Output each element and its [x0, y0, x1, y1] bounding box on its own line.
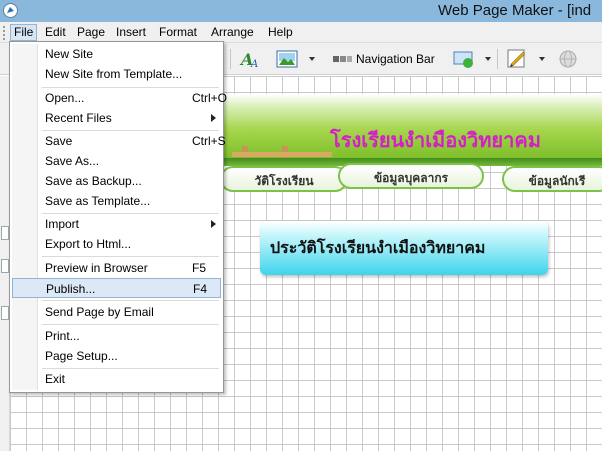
title-bar: Web Page Maker - [ind: [0, 0, 602, 22]
menu-item-label: Save As...: [45, 154, 100, 168]
menu-item-save[interactable]: Save Ctrl+S: [12, 131, 226, 151]
menu-arrange-label: Arrange: [211, 25, 254, 39]
menu-item-print[interactable]: Print...: [12, 326, 221, 346]
menu-item-shortcut: F4: [193, 282, 208, 296]
file-menu-dropdown: New Site New Site from Template... Open.…: [9, 41, 227, 393]
menu-item-preview-in-browser[interactable]: Preview in Browser F5: [12, 258, 221, 278]
edit-pen-icon[interactable]: [505, 47, 529, 71]
menu-item-shortcut: Ctrl+S: [192, 134, 226, 148]
menu-item-label: Import: [45, 217, 80, 231]
menu-item-open[interactable]: Open... Ctrl+O: [12, 88, 227, 108]
preview-globe-icon[interactable]: [556, 47, 580, 71]
pen-dropdown-arrow[interactable]: [539, 57, 545, 61]
menu-item-label: Print...: [45, 329, 80, 343]
menu-item-publish[interactable]: Publish... F4: [12, 278, 221, 298]
menu-item-save-as[interactable]: Save As...: [12, 151, 221, 171]
menu-item-label: Open...: [45, 91, 85, 105]
menu-item-export-to-html[interactable]: Export to Html...: [12, 234, 221, 254]
menu-item-label: Save as Template...: [45, 194, 151, 208]
insert-shape-icon[interactable]: [452, 47, 476, 71]
app-logo-icon[interactable]: [3, 3, 18, 18]
toolbar-separator: [230, 49, 231, 69]
menu-separator: [42, 300, 219, 301]
left-handle[interactable]: [1, 226, 9, 240]
menu-format[interactable]: Format: [156, 24, 200, 41]
menu-help[interactable]: Help: [265, 24, 296, 41]
shape-dropdown-arrow[interactable]: [485, 57, 491, 61]
left-handle[interactable]: [1, 306, 9, 320]
menu-item-label: Exit: [45, 372, 66, 386]
submenu-arrow-icon: [211, 220, 216, 228]
menu-edit[interactable]: Edit: [42, 24, 69, 41]
menu-edit-label: Edit: [45, 25, 66, 39]
menu-item-label: Send Page by Email: [45, 305, 154, 319]
menu-item-new-site[interactable]: New Site: [12, 44, 221, 64]
menu-item-save-as-backup[interactable]: Save as Backup...: [12, 171, 221, 191]
menu-item-save-as-template[interactable]: Save as Template...: [12, 191, 221, 211]
heading-text: ประวัติโรงเรียนงำเมืองวิทยาคม: [270, 240, 486, 257]
menu-item-label: Recent Files: [45, 111, 112, 125]
menu-item-label: Publish...: [46, 282, 96, 296]
menu-item-send-page-by-email[interactable]: Send Page by Email: [12, 302, 221, 322]
insert-image-icon[interactable]: [275, 47, 299, 71]
navigation-bar-label[interactable]: Navigation Bar: [356, 52, 435, 66]
menu-item-label: New Site from Template...: [45, 67, 183, 81]
menu-item-label: Save: [45, 134, 73, 148]
menu-separator: [42, 324, 219, 325]
menu-item-new-site-from-template[interactable]: New Site from Template...: [12, 64, 221, 84]
menu-item-recent-files[interactable]: Recent Files: [12, 108, 221, 128]
nav-button-label: ข้อมูลบุคลากร: [373, 171, 449, 185]
menu-item-shortcut: F5: [192, 261, 207, 275]
heading-text-box[interactable]: ประวัติโรงเรียนงำเมืองวิทยาคม: [260, 221, 548, 275]
nav-button-staff[interactable]: ข้อมูลบุคลากร: [338, 163, 484, 189]
menu-file-label: File: [14, 25, 34, 39]
nav-button-label: วัติโรงเรียน: [254, 174, 314, 188]
nav-button-label: ข้อมูลนักเรี: [528, 174, 586, 188]
menu-item-shortcut: Ctrl+O: [192, 91, 228, 105]
menu-item-import[interactable]: Import: [12, 214, 221, 234]
menu-file[interactable]: File: [10, 24, 38, 41]
window-title: Web Page Maker - [ind: [438, 2, 592, 19]
menu-page-label: Page: [77, 25, 106, 39]
left-handle[interactable]: [1, 259, 9, 273]
menu-bar: File Edit Page Insert Format Arrange Hel…: [0, 22, 602, 43]
image-dropdown-arrow[interactable]: [309, 57, 315, 61]
banner-title: โรงเรียนงำเมืองวิทยาคม: [330, 130, 541, 152]
menu-separator: [42, 256, 219, 257]
navigation-bar-icon[interactable]: [330, 47, 354, 71]
menu-item-exit[interactable]: Exit: [12, 369, 221, 389]
menu-item-label: New Site: [45, 47, 94, 61]
menu-help-label: Help: [268, 25, 293, 39]
text-style-icon[interactable]: AA: [238, 47, 262, 71]
svg-text:A: A: [250, 59, 258, 70]
menubar-grip[interactable]: [3, 26, 6, 40]
nav-button-history[interactable]: วัติโรงเรียน: [220, 166, 348, 192]
menu-item-label: Page Setup...: [45, 349, 118, 363]
menu-insert-label: Insert: [116, 25, 147, 39]
menu-page[interactable]: Page: [74, 24, 108, 41]
toolbar-separator-2: [497, 49, 498, 69]
nav-button-students[interactable]: ข้อมูลนักเรี: [502, 166, 602, 192]
menu-item-label: Export to Html...: [45, 237, 132, 251]
menu-item-label: Preview in Browser: [45, 261, 148, 275]
submenu-arrow-icon: [211, 114, 216, 122]
menu-item-page-setup[interactable]: Page Setup...: [12, 346, 221, 366]
menu-insert[interactable]: Insert: [113, 24, 149, 41]
menu-item-label: Save as Backup...: [45, 174, 142, 188]
menu-arrange[interactable]: Arrange: [208, 24, 257, 41]
menu-format-label: Format: [159, 25, 198, 39]
